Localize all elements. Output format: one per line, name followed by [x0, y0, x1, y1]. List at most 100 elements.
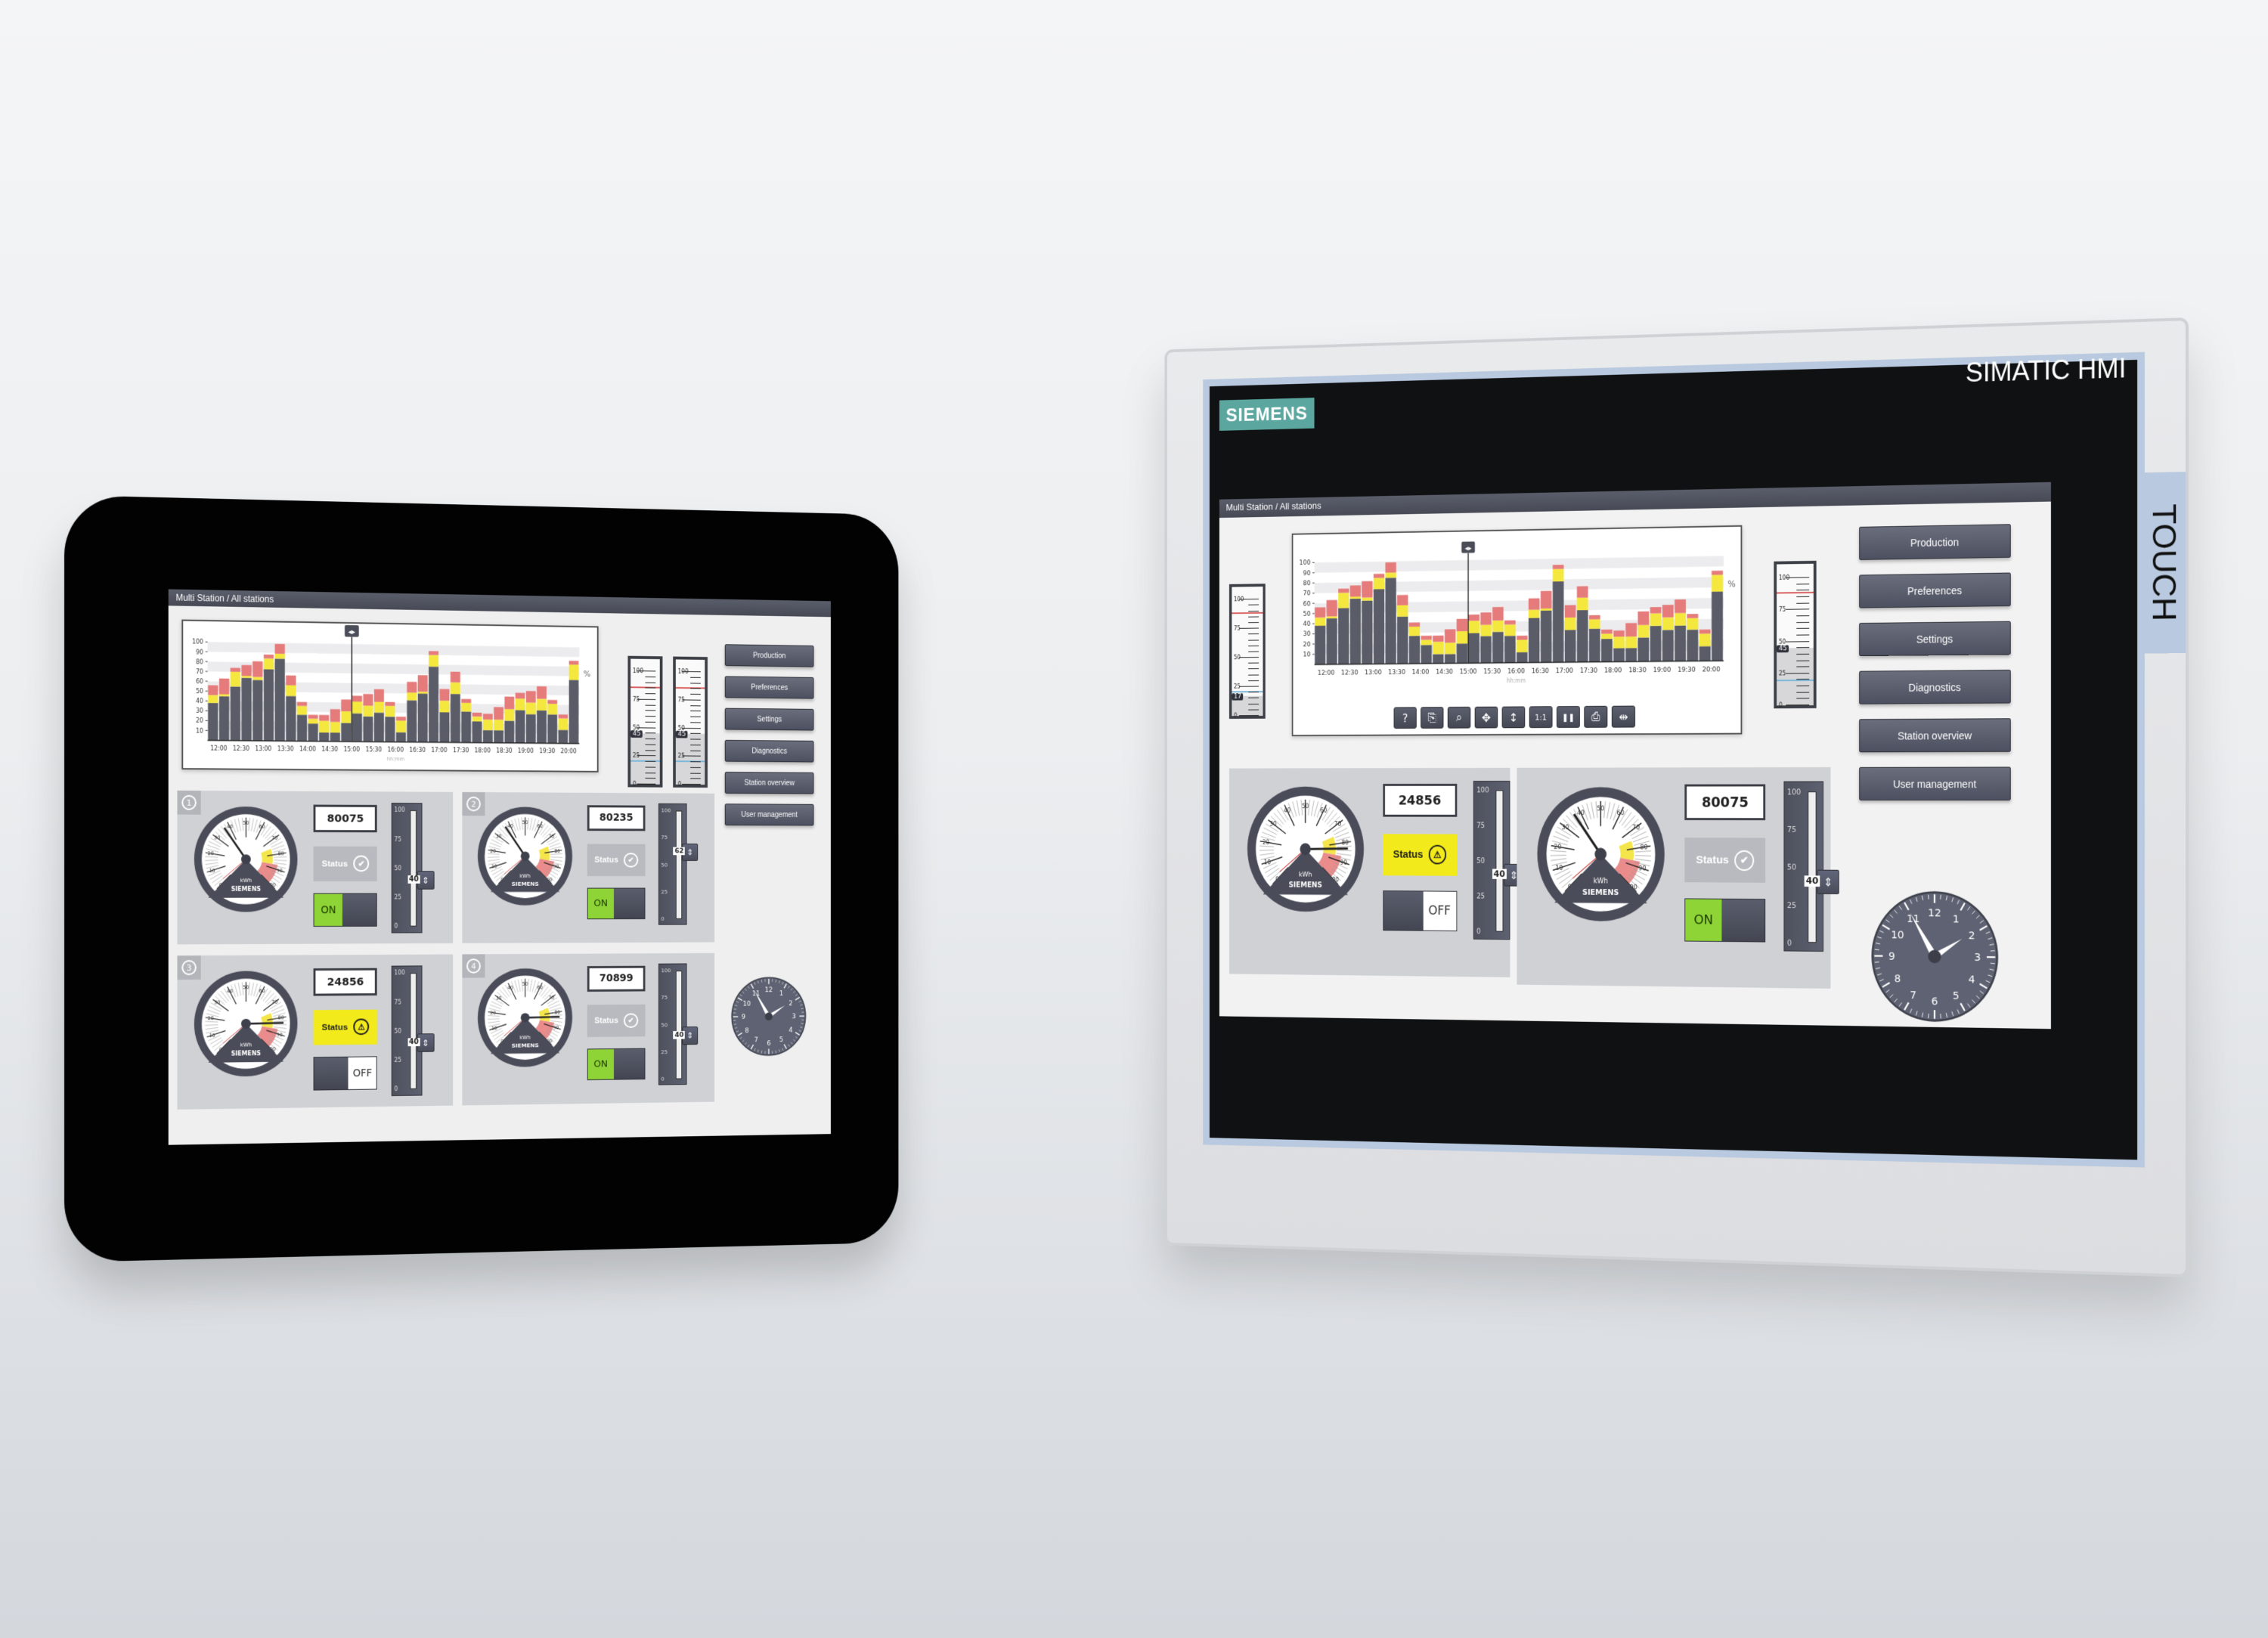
- on-off-switch[interactable]: ON: [587, 887, 646, 920]
- slider-track: [1808, 791, 1817, 943]
- bar-warning: [218, 694, 230, 697]
- y-tick-label: 20: [1303, 641, 1311, 649]
- setpoint-slider[interactable]: 100 75 50 25 0 ⇕ 40: [1783, 781, 1839, 952]
- zoom-button[interactable]: ⌕: [1447, 706, 1471, 729]
- bar-base: [1433, 654, 1444, 664]
- print-button[interactable]: ⎙: [1584, 705, 1608, 728]
- bar-alarm: [569, 661, 579, 665]
- pan-button[interactable]: ✥: [1474, 706, 1498, 729]
- gauge-scale-label: 40: [227, 824, 233, 830]
- nav-preferences-button[interactable]: Preferences: [1859, 572, 2011, 608]
- gauge-scale-label: 30: [1270, 820, 1277, 827]
- switch-knob[interactable]: [1383, 890, 1424, 930]
- status-label: Status: [1696, 853, 1729, 866]
- hmi-panel-right: SIEMENS SIMATIC HMI TOUCH Multi Station …: [1164, 317, 2189, 1277]
- bar-base: [1650, 625, 1662, 661]
- bar-alarm: [1712, 570, 1723, 575]
- x-tick-label: 18:30: [1628, 667, 1646, 674]
- counter-display: 80235: [587, 804, 646, 831]
- switch-state-label: OFF: [1423, 891, 1457, 931]
- nav-settings-button[interactable]: Settings: [724, 708, 814, 731]
- setpoint-slider[interactable]: 100 75 50 25 0 ⇕ 40: [1473, 781, 1524, 940]
- setpoint-slider[interactable]: 100 75 50 25 0 ⇕ 62: [658, 803, 698, 925]
- on-off-switch[interactable]: ON: [587, 1048, 646, 1081]
- switch-knob[interactable]: [613, 888, 645, 919]
- bar-alarm: [1613, 630, 1625, 637]
- on-off-switch[interactable]: OFF: [313, 1056, 378, 1091]
- switch-state-label: ON: [587, 1049, 614, 1080]
- trend-chart[interactable]: 10 20 30 40 50 60 70 80 90 100 12:00 12:30 13:00 13:3…: [181, 619, 599, 773]
- gauge-scale-label: 80: [554, 849, 559, 854]
- on-off-switch[interactable]: ON: [313, 893, 378, 927]
- bar-warning: [461, 702, 472, 712]
- bar-warning: [308, 718, 318, 724]
- bar-warning: [1712, 574, 1723, 592]
- scale-tick: [1247, 674, 1259, 676]
- y-tick-label: 80: [196, 658, 203, 665]
- nav-station-overview-button[interactable]: Station overview: [1859, 718, 2011, 753]
- bar-base: [1326, 618, 1337, 664]
- pause-button[interactable]: ❚❚: [1556, 706, 1580, 728]
- bar-alarm: [1385, 562, 1396, 573]
- switch-knob[interactable]: [342, 893, 377, 927]
- scale-tick: [690, 704, 701, 707]
- export-button[interactable]: ⎘: [1421, 707, 1444, 729]
- nav-settings-button[interactable]: Settings: [1859, 621, 2011, 657]
- vertical-scale-button[interactable]: ↕: [1501, 706, 1526, 729]
- bar-alarm: [1504, 620, 1516, 625]
- nav-diagnostics-button[interactable]: Diagnostics: [1859, 669, 2011, 704]
- gauge-scale-label: 90: [1638, 865, 1646, 872]
- energy-gauge: 0102030405060708090100kWhSIEMENS: [1537, 787, 1665, 922]
- scale-label: 0: [1778, 701, 1783, 709]
- nav-production-button[interactable]: Production: [724, 644, 814, 667]
- slider-scale-label: 25: [661, 888, 668, 896]
- status-indicator: Status ✔: [587, 1004, 646, 1038]
- slider-scale-label: 50: [394, 1027, 401, 1035]
- bar-base: [1397, 616, 1408, 664]
- clock-numeral: 6: [767, 1040, 770, 1048]
- slider-handle[interactable]: ⇕: [1817, 869, 1839, 895]
- x-tick-label: 14:30: [1436, 669, 1453, 677]
- setpoint-slider[interactable]: 100 75 50 25 0 ⇕ 40: [391, 965, 435, 1097]
- switch-knob[interactable]: [314, 1057, 349, 1090]
- original-size-button[interactable]: 1:1: [1529, 706, 1553, 729]
- switch-state-label: ON: [314, 893, 343, 927]
- scale-tick: [1247, 668, 1259, 670]
- help-button[interactable]: ?: [1393, 707, 1417, 729]
- nav-diagnostics-button[interactable]: Diagnostics: [724, 739, 814, 763]
- setpoint-slider[interactable]: 100 75 50 25 0 ⇕ 40: [391, 802, 435, 934]
- on-off-switch[interactable]: ON: [1684, 898, 1766, 943]
- nav-user-management-button[interactable]: User management: [724, 804, 814, 826]
- bar-warning: [1397, 605, 1408, 617]
- bar-base: [208, 702, 218, 741]
- nav-user-management-button[interactable]: User management: [1859, 766, 2011, 800]
- trend-chart[interactable]: 10 20 30 40 50 60 70 80 90 100 12:00 12:30 13:00 13:3…: [1291, 525, 1743, 737]
- high-limit-line: [1232, 612, 1263, 615]
- scale-label: 25: [1778, 670, 1786, 677]
- bar-alarm: [1675, 599, 1687, 614]
- bar-warning: [1662, 617, 1674, 630]
- setpoint-slider[interactable]: 100 75 50 25 0 ⇕ 40: [658, 963, 698, 1085]
- slider-scale-label: 100: [1786, 788, 1802, 797]
- ruler-button[interactable]: ⇹: [1611, 705, 1635, 728]
- scale-tick: [645, 744, 656, 745]
- bar-alarm: [208, 685, 218, 695]
- left-screen: Multi Station / All stations 10 20 30 40 50 6…: [168, 589, 831, 1145]
- grid-band: [1314, 556, 1724, 573]
- bar-warning: [286, 685, 296, 696]
- clock-numeral: 4: [1969, 974, 1975, 986]
- x-tick-label: 12:30: [233, 745, 249, 752]
- nav-production-button[interactable]: Production: [1859, 524, 2011, 560]
- gauge-brand: SIEMENS: [511, 881, 538, 887]
- switch-knob[interactable]: [1721, 899, 1765, 942]
- on-off-switch[interactable]: OFF: [1383, 890, 1457, 931]
- bar-warning: [1421, 639, 1432, 646]
- slider-scale-label: 75: [394, 835, 401, 843]
- nav-preferences-button[interactable]: Preferences: [724, 676, 814, 699]
- switch-state-label: ON: [587, 888, 614, 919]
- touch-label: TOUCH: [2140, 472, 2186, 654]
- switch-knob[interactable]: [613, 1048, 645, 1079]
- level-indicator: 100 75 50 25 0 45: [627, 655, 663, 788]
- nav-station-overview-button[interactable]: Station overview: [724, 772, 814, 794]
- slider-scale-label: 100: [394, 969, 405, 977]
